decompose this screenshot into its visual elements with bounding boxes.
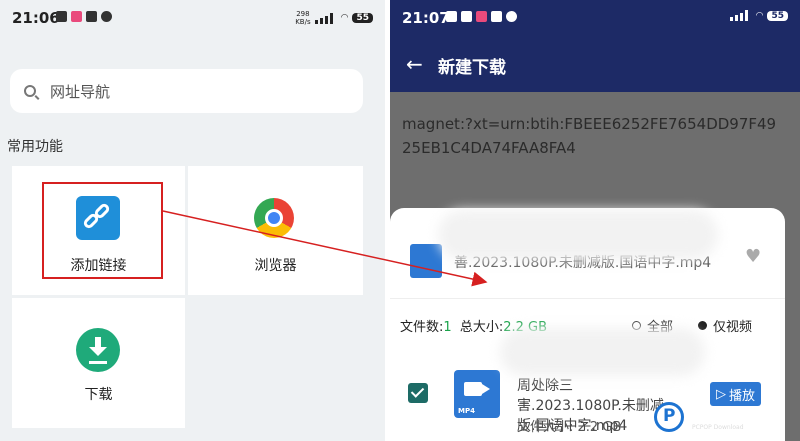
battery-icon: 55 bbox=[352, 13, 373, 23]
browser-label: 浏览器 bbox=[254, 258, 297, 274]
signal-icon bbox=[314, 12, 337, 24]
magnet-link-input[interactable]: magnet:?xt=urn:btih:FBEEE6252FE7654DD97F… bbox=[402, 112, 782, 160]
search-icon bbox=[24, 85, 36, 97]
privacy-blur bbox=[438, 210, 718, 260]
pcpop-logo-icon bbox=[654, 401, 684, 432]
app-bar: ← 新建下载 bbox=[390, 36, 800, 92]
item-checkbox[interactable] bbox=[408, 383, 428, 403]
privacy-blur bbox=[500, 328, 705, 376]
notification-icon bbox=[56, 11, 67, 22]
page-title: 新建下载 bbox=[438, 58, 506, 78]
notification-icon bbox=[71, 11, 82, 22]
wifi-icon: ◠ bbox=[755, 10, 764, 21]
divider bbox=[390, 298, 785, 299]
notification-icon bbox=[461, 11, 472, 22]
notification-icon bbox=[476, 11, 487, 22]
section-title: 常用功能 bbox=[7, 139, 63, 155]
status-time: 21:07 bbox=[402, 9, 450, 27]
file-item-size: 文件大小: 2.2 GB bbox=[517, 420, 622, 435]
chat-icon bbox=[101, 11, 112, 22]
notification-icon bbox=[86, 11, 97, 22]
network-speed: 298 KB/s bbox=[295, 10, 311, 26]
wifi-icon: ◠ bbox=[340, 13, 349, 23]
status-bar: 21:06 298 KB/s ◠ 55 bbox=[0, 0, 385, 36]
notification-icon bbox=[446, 11, 457, 22]
status-app-icons bbox=[446, 11, 517, 22]
watermark-sub: PCPOP Download bbox=[692, 424, 744, 431]
signal-icon bbox=[729, 10, 752, 21]
download-tile[interactable]: 下载 bbox=[12, 298, 185, 428]
chat-icon bbox=[506, 11, 517, 22]
download-label: 下载 bbox=[84, 387, 113, 403]
favorite-heart-icon[interactable]: ♥ bbox=[745, 246, 761, 267]
left-phone-screen: 21:06 298 KB/s ◠ 55 网址导航 常用功能 添加链接 浏览器 下… bbox=[0, 0, 385, 441]
search-placeholder: 网址导航 bbox=[50, 82, 111, 101]
watermark: PCPOP下载 PCPOP Download bbox=[654, 392, 800, 441]
chrome-icon bbox=[254, 198, 294, 238]
notification-icon bbox=[491, 11, 502, 22]
download-icon bbox=[76, 328, 120, 372]
status-app-icons bbox=[56, 11, 112, 22]
right-phone-screen: 21:07 ◠ 55 ← 新建下载 magnet:?xt=urn:btih:FB… bbox=[390, 0, 800, 441]
status-right: ◠ 55 bbox=[729, 10, 788, 21]
status-time: 21:06 bbox=[12, 9, 60, 27]
browser-tile[interactable]: 浏览器 bbox=[188, 166, 363, 295]
screenshot-stage: 21:06 298 KB/s ◠ 55 网址导航 常用功能 添加链接 浏览器 下… bbox=[0, 0, 800, 441]
mp4-file-icon: MP4 bbox=[454, 370, 500, 418]
highlight-box bbox=[42, 182, 163, 279]
video-file-icon bbox=[410, 244, 442, 278]
status-right: 298 KB/s ◠ 55 bbox=[295, 10, 373, 26]
battery-icon: 55 bbox=[767, 10, 788, 21]
radio-checked-icon bbox=[698, 321, 707, 330]
filter-video-option[interactable]: 仅视频 bbox=[698, 316, 752, 335]
status-bar: 21:07 ◠ 55 bbox=[390, 0, 800, 36]
back-arrow-icon[interactable]: ← bbox=[406, 52, 423, 76]
search-bar[interactable]: 网址导航 bbox=[10, 69, 363, 113]
